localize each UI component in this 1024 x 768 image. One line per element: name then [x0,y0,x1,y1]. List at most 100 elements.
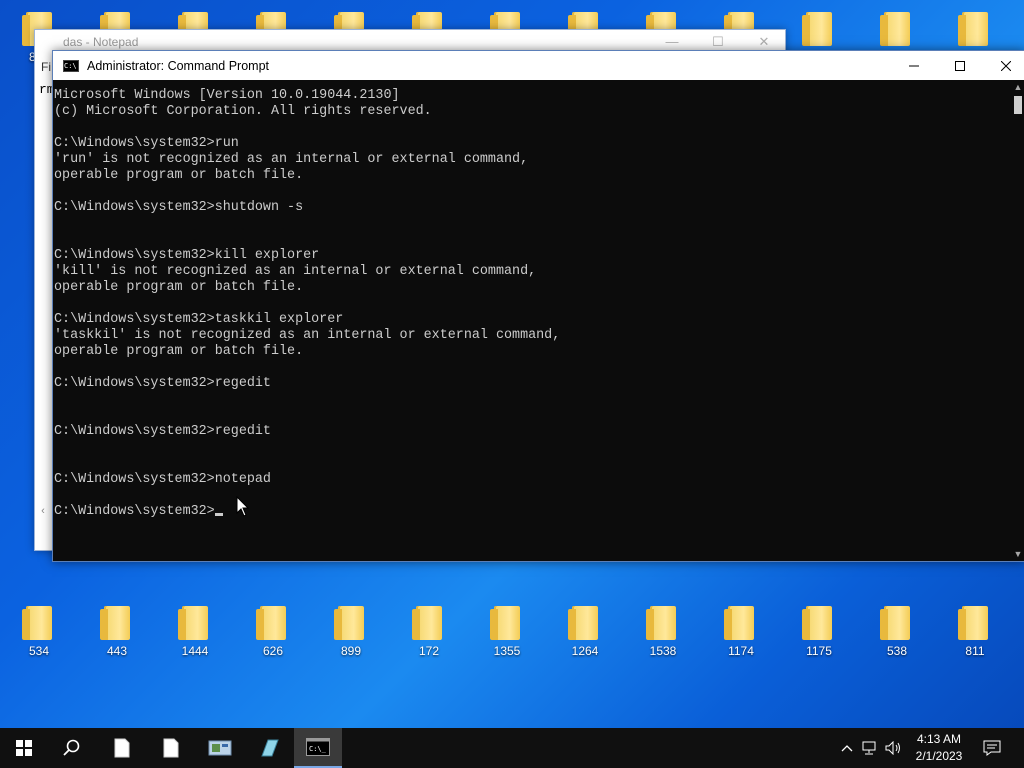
cmd-titlebar[interactable]: C:\ Administrator: Command Prompt [53,51,1024,80]
console-line-text: C:\Windows\system32>regedit [54,424,271,439]
console-line-text: (c) Microsoft Corporation. All rights re… [54,104,432,119]
notepad-menu-file[interactable]: Fi [41,60,51,74]
cmd-console-output[interactable]: Microsoft Windows [Version 10.0.19044.21… [53,80,1012,561]
desktop-folder-icon[interactable]: 1264 [555,606,615,658]
maximize-icon [955,60,965,71]
show-hidden-icons-button[interactable] [838,728,856,768]
folder-icon [958,606,988,640]
console-line-text: C:\Windows\system32>regedit [54,376,271,391]
console-line-text: C:\Windows\system32>kill explorer [54,248,320,263]
desktop-folder-icon[interactable]: 1174 [711,606,771,658]
console-line: operable program or batch file. [54,280,1012,296]
folder-icon [22,606,52,640]
console-line-text: 'taskkil' is not recognized as an intern… [54,328,561,343]
cmd-scrollbar[interactable]: ▲ ▼ [1011,80,1024,561]
desktop-folder-label: 534 [28,644,50,658]
taskbar: C:\_ 4:13 AM 2/1/2023 [0,728,1024,768]
action-center-button[interactable] [980,728,1004,768]
desktop-folder-icon[interactable]: 1355 [477,606,537,658]
command-prompt-icon: C:\_ [306,738,330,756]
desktop-folder-icon[interactable]: 811 [945,606,1005,658]
system-clock[interactable]: 4:13 AM 2/1/2023 [904,731,974,765]
desktop-folder-label: 626 [262,644,284,658]
folder-icon [880,606,910,640]
console-line: 'run' is not recognized as an internal o… [54,152,1012,168]
desktop-folder-label: 1175 [806,644,832,658]
desktop-folder-icon[interactable]: 172 [399,606,459,658]
console-line-text: operable program or batch file. [54,344,304,359]
desktop-folder-icon[interactable]: 1538 [633,606,693,658]
volume-button[interactable] [884,728,904,768]
notepad-icon [261,739,279,757]
document-icon [114,738,130,758]
console-line-text: C:\Windows\system32> [54,504,215,519]
desktop-folder-label: 1538 [649,644,677,658]
clock-time: 4:13 AM [916,732,962,746]
minimize-icon [909,65,919,66]
folder-icon [802,606,832,640]
notepad-scroll-left-arrow[interactable]: ‹ [35,505,51,521]
folder-icon [412,606,442,640]
svg-text:C:\_: C:\_ [309,745,327,753]
cmd-maximize-button[interactable] [937,51,983,80]
folder-icon [490,606,520,640]
folder-icon [646,606,676,640]
clock-date: 2/1/2023 [915,749,963,763]
console-line-text: C:\Windows\system32>run [54,136,239,151]
folder-icon [958,12,988,46]
mouse-pointer-icon [236,496,250,517]
desktop-folder-icon[interactable]: 538 [867,606,927,658]
console-line: operable program or batch file. [54,344,1012,360]
scroll-down-arrow-icon[interactable]: ▼ [1011,547,1024,561]
desktop-folder-label: 1174 [728,644,754,658]
network-icon [862,741,876,755]
folder-icon [802,12,832,46]
desktop-folder-icon[interactable]: 1444 [165,606,225,658]
taskbar-command-prompt[interactable]: C:\_ [294,728,342,768]
console-line: C:\Windows\system32>regedit [54,376,1012,392]
console-line: 'taskkil' is not recognized as an intern… [54,328,1012,344]
start-button[interactable] [0,728,48,768]
scroll-up-arrow-icon[interactable]: ▲ [1011,80,1024,94]
desktop-folder-icon[interactable]: 534 [9,606,69,658]
console-line: 'kill' is not recognized as an internal … [54,264,1012,280]
folder-icon [178,606,208,640]
taskbar-control-panel[interactable] [196,728,244,768]
desktop-folder-icon[interactable]: 899 [321,606,381,658]
taskbar-file-2[interactable] [147,728,195,768]
desktop-folder-icon[interactable]: 1175 [789,606,849,658]
close-icon [1001,60,1011,71]
network-button[interactable] [860,728,882,768]
cmd-minimize-button[interactable] [891,51,937,80]
folder-icon [256,606,286,640]
console-line-text: C:\Windows\system32>shutdown -s [54,200,304,215]
console-line: C:\Windows\system32>taskkil explorer [54,312,1012,328]
windows-logo-icon [16,740,32,756]
control-panel-icon [208,740,232,756]
console-line: C:\Windows\system32> [54,504,1012,520]
command-prompt-window[interactable]: C:\ Administrator: Command Prompt Micros… [52,50,1024,562]
cmd-close-button[interactable] [983,51,1024,80]
console-line: C:\Windows\system32>notepad [54,472,1012,488]
taskbar-file-1[interactable] [98,728,146,768]
notepad-title: das - Notepad [63,35,139,49]
search-button[interactable] [48,728,96,768]
document-icon [163,738,179,758]
scrollbar-thumb[interactable] [1014,96,1022,114]
text-cursor [214,513,223,516]
desktop-folder-label: 1264 [571,644,599,658]
taskbar-notepad[interactable] [245,728,293,768]
desktop-folder-icon[interactable]: 626 [243,606,303,658]
desktop-folder-label: 443 [106,644,128,658]
desktop-folder-icon[interactable]: 443 [87,606,147,658]
desktop-folder-label: 538 [886,644,908,658]
desktop-folder-label: 899 [340,644,362,658]
